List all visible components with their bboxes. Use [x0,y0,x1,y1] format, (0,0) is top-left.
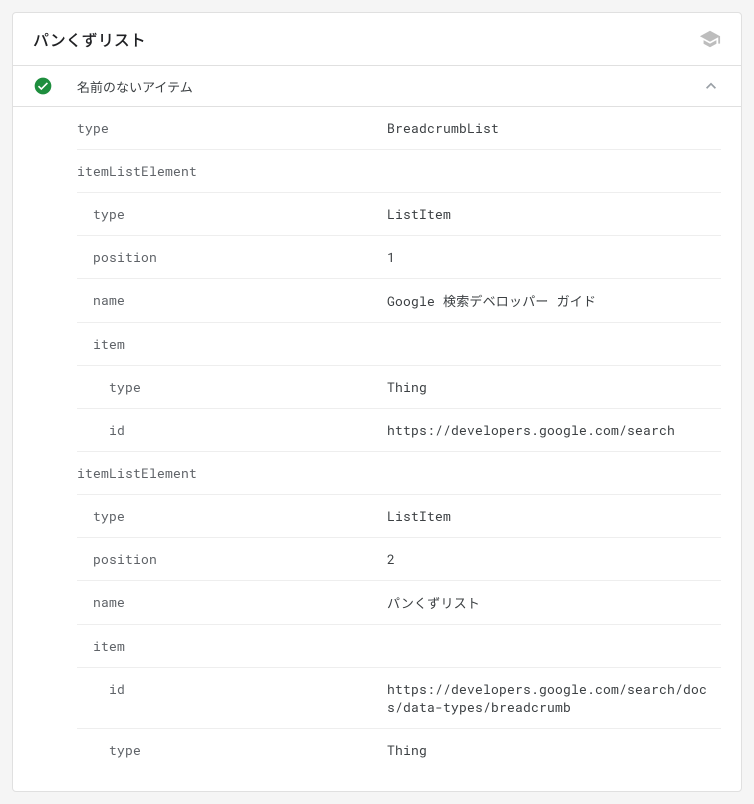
property-row: itemListElement [77,150,721,193]
status-check-icon [33,76,77,96]
panel-title: パンくずリスト [33,27,146,51]
property-row: nameパンくずリスト [77,581,721,625]
property-key: type [77,378,387,396]
property-key: type [77,741,387,759]
property-key: type [77,507,387,525]
property-row: idhttps://developers.google.com/search/d… [77,668,721,729]
property-value: ListItem [387,507,721,525]
property-row: typeListItem [77,193,721,236]
property-row: nameGoogle 検索デベロッパー ガイド [77,279,721,323]
property-key: id [77,680,387,698]
property-row: typeBreadcrumbList [77,107,721,150]
property-key: name [77,593,387,611]
panel-header: パンくずリスト [13,13,741,66]
property-value: パンくずリスト [387,593,721,612]
property-value: 2 [387,550,721,568]
item-header-row[interactable]: 名前のないアイテム [13,66,741,107]
property-list: typeBreadcrumbListitemListElementtypeLis… [13,107,741,791]
property-value: https://developers.google.com/search [387,421,721,439]
property-row: item [77,625,721,668]
property-row: position2 [77,538,721,581]
property-key: position [77,248,387,266]
property-key: item [77,637,387,655]
property-key: itemListElement [77,162,387,180]
property-row: typeThing [77,729,721,771]
property-key: item [77,335,387,353]
property-row: typeThing [77,366,721,409]
property-key: id [77,421,387,439]
property-value: Google 検索デベロッパー ガイド [387,291,721,310]
property-value: BreadcrumbList [387,119,721,137]
property-row: itemListElement [77,452,721,495]
property-key: position [77,550,387,568]
structured-data-panel: パンくずリスト 名前のないアイテム typeBreadcrumbListitem… [12,12,742,792]
property-value: https://developers.google.com/search/doc… [387,680,721,716]
property-key: type [77,119,387,137]
property-value: Thing [387,741,721,759]
property-value: 1 [387,248,721,266]
chevron-up-icon [701,76,721,96]
property-row: idhttps://developers.google.com/search [77,409,721,452]
item-header-title: 名前のないアイテム [77,77,701,96]
graduation-cap-icon[interactable] [699,28,721,50]
property-row: position1 [77,236,721,279]
property-value: ListItem [387,205,721,223]
property-key: itemListElement [77,464,387,482]
property-key: name [77,291,387,309]
property-key: type [77,205,387,223]
property-value: Thing [387,378,721,396]
property-row: item [77,323,721,366]
property-row: typeListItem [77,495,721,538]
